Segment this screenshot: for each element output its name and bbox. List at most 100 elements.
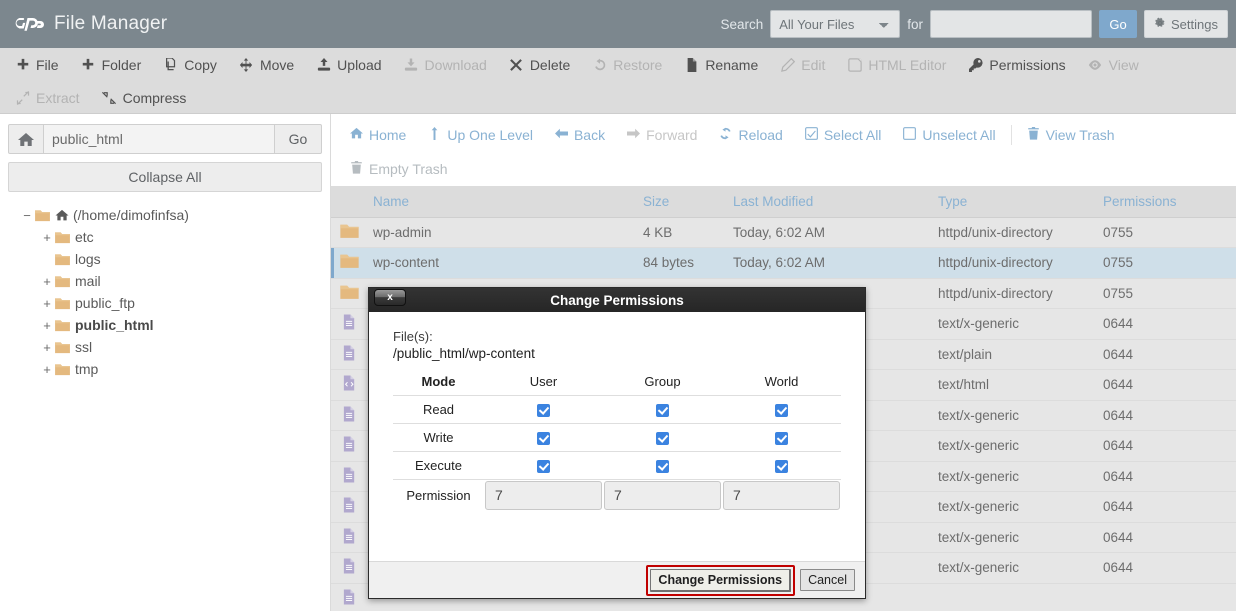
permission-group-cell (603, 395, 722, 424)
row-type: text/x-generic (932, 552, 1097, 584)
settings-button[interactable]: Settings (1144, 10, 1228, 38)
copy-icon (163, 57, 178, 72)
toolbar-button-move[interactable]: Move (228, 48, 305, 81)
tree-node-mail[interactable]: + mail (8, 270, 322, 292)
row-permissions: 0755 (1097, 217, 1236, 248)
checkbox-read-world[interactable] (775, 403, 788, 417)
home-icon[interactable] (8, 124, 44, 154)
col-type[interactable]: Type (932, 186, 1097, 218)
tree-node-ssl[interactable]: + ssl (8, 336, 322, 358)
permissions-table: Mode User Group World Read Write Execute P… (393, 368, 841, 511)
tree-node-public_ftp[interactable]: + public_ftp (8, 292, 322, 314)
row-type: httpd/unix-directory (932, 247, 1097, 279)
filenav-button-label: Back (573, 127, 606, 143)
filenav-button-up-one-level[interactable]: Up One Level (417, 118, 544, 152)
tree-node-logs[interactable]: logs (8, 248, 322, 270)
checkbox-execute-group[interactable] (656, 459, 669, 473)
tree-node-label: etc (75, 229, 94, 245)
filenav-button-label: Unselect All (922, 127, 996, 143)
row-icon-cell (331, 400, 367, 431)
filenav-button-label: Home (369, 127, 407, 143)
search-scope-select[interactable]: All Your Files (770, 10, 901, 38)
col-size[interactable]: Size (637, 186, 727, 218)
tree-node-public_html[interactable]: + public_html (8, 314, 322, 336)
doc-file-icon (342, 406, 357, 426)
brand: File Manager (0, 11, 167, 37)
permissions-body: Read Write Execute (393, 395, 841, 480)
tree-expander[interactable]: + (40, 274, 54, 289)
eye-icon (1088, 58, 1103, 72)
toolbar-button-rename[interactable]: Rename (673, 48, 769, 81)
search-go-button[interactable]: Go (1099, 10, 1138, 38)
change-permissions-button[interactable]: Change Permissions (650, 568, 792, 592)
permission-user-input[interactable] (485, 480, 602, 510)
checkbox-write-user[interactable] (537, 431, 550, 445)
toolbar-button-delete[interactable]: Delete (498, 48, 581, 81)
filenav-button-empty-trash[interactable]: Empty Trash (339, 152, 459, 186)
checkbox-execute-world[interactable] (775, 459, 788, 473)
search-area: Search All Your Files for Go Settings (720, 0, 1228, 48)
tree-expander[interactable]: + (40, 318, 54, 333)
filenav-button-label: Reload (738, 127, 783, 143)
toolbar-button-folder[interactable]: Folder (70, 48, 153, 81)
tree-node-label: mail (75, 273, 101, 289)
filenav-button-unselect-all[interactable]: Unselect All (892, 118, 1006, 152)
filenav-button-home[interactable]: Home (339, 118, 417, 152)
filenav-button-select-all[interactable]: Select All (794, 118, 893, 152)
permission-group-cell (603, 479, 722, 511)
tree-node-homedimofinfsa[interactable]: − (/home/dimofinfsa) (8, 204, 322, 226)
collapse-all-button[interactable]: Collapse All (8, 162, 322, 192)
toolbar-button-compress[interactable]: Compress (91, 81, 198, 114)
filenav-button-view-trash[interactable]: View Trash (1016, 118, 1126, 152)
col-permissions[interactable]: Permissions (1097, 186, 1236, 218)
key-icon (968, 57, 983, 72)
toolbar-button-copy[interactable]: Copy (152, 48, 228, 81)
col-modified[interactable]: Last Modified (727, 186, 932, 218)
toolbar-button-restore: Restore (581, 48, 673, 81)
permission-world-cell (722, 451, 841, 480)
checkbox-write-group[interactable] (656, 431, 669, 445)
path-go-button[interactable]: Go (274, 124, 322, 154)
cancel-button[interactable]: Cancel (800, 569, 855, 591)
left-arrow-icon (554, 127, 568, 143)
toolbar-button-upload[interactable]: Upload (305, 48, 392, 81)
row-icon-cell (331, 583, 367, 611)
permission-world-input[interactable] (723, 480, 840, 510)
checkbox-execute-user[interactable] (537, 459, 550, 473)
checkbox-write-world[interactable] (775, 431, 788, 445)
tree-node-etc[interactable]: + etc (8, 226, 322, 248)
permission-group-input[interactable] (604, 480, 721, 510)
filenav-button-back[interactable]: Back (544, 118, 616, 152)
tree-node-label: logs (75, 251, 101, 267)
plus-icon (15, 58, 30, 72)
table-row[interactable]: wp-content 84 bytes Today, 6:02 AM httpd/un… (331, 247, 1236, 279)
checkbox-read-group[interactable] (656, 403, 669, 417)
trash-icon (350, 161, 363, 177)
row-permissions: 0644 (1097, 339, 1236, 370)
path-input[interactable] (44, 124, 274, 154)
change-permissions-dialog: x Change Permissions File(s): /public_ht… (368, 287, 866, 599)
tree-expander[interactable]: + (40, 362, 54, 377)
toolbar-button-permissions[interactable]: Permissions (957, 48, 1076, 81)
permission-value-row: Permission (393, 479, 841, 511)
tree-expander[interactable]: − (20, 208, 34, 223)
tree-expander[interactable]: + (40, 340, 54, 355)
toolbar-button-html-editor: HTML Editor (836, 48, 957, 81)
row-type: httpd/unix-directory (932, 217, 1097, 248)
folder-icon (339, 285, 359, 303)
tree-expander[interactable]: + (40, 296, 54, 311)
filenav-button-reload[interactable]: Reload (708, 118, 793, 152)
search-input[interactable] (930, 10, 1093, 38)
checkbox-read-user[interactable] (537, 403, 550, 417)
toolbar-button-file[interactable]: File (4, 48, 70, 81)
row-icon-cell (331, 308, 367, 340)
tree-expander[interactable]: + (40, 230, 54, 245)
tree-node-tmp[interactable]: + tmp (8, 358, 322, 380)
toolbar-button-extract: Extract (4, 81, 91, 114)
file-path: /public_html/wp-content (393, 346, 535, 361)
col-name[interactable]: Name (367, 186, 637, 218)
table-row[interactable]: wp-admin 4 KB Today, 6:02 AM httpd/unix-dir… (331, 217, 1236, 248)
close-icon[interactable]: x (374, 289, 406, 306)
permission-mode-label: Write (393, 423, 484, 452)
row-type: text/x-generic (932, 461, 1097, 492)
